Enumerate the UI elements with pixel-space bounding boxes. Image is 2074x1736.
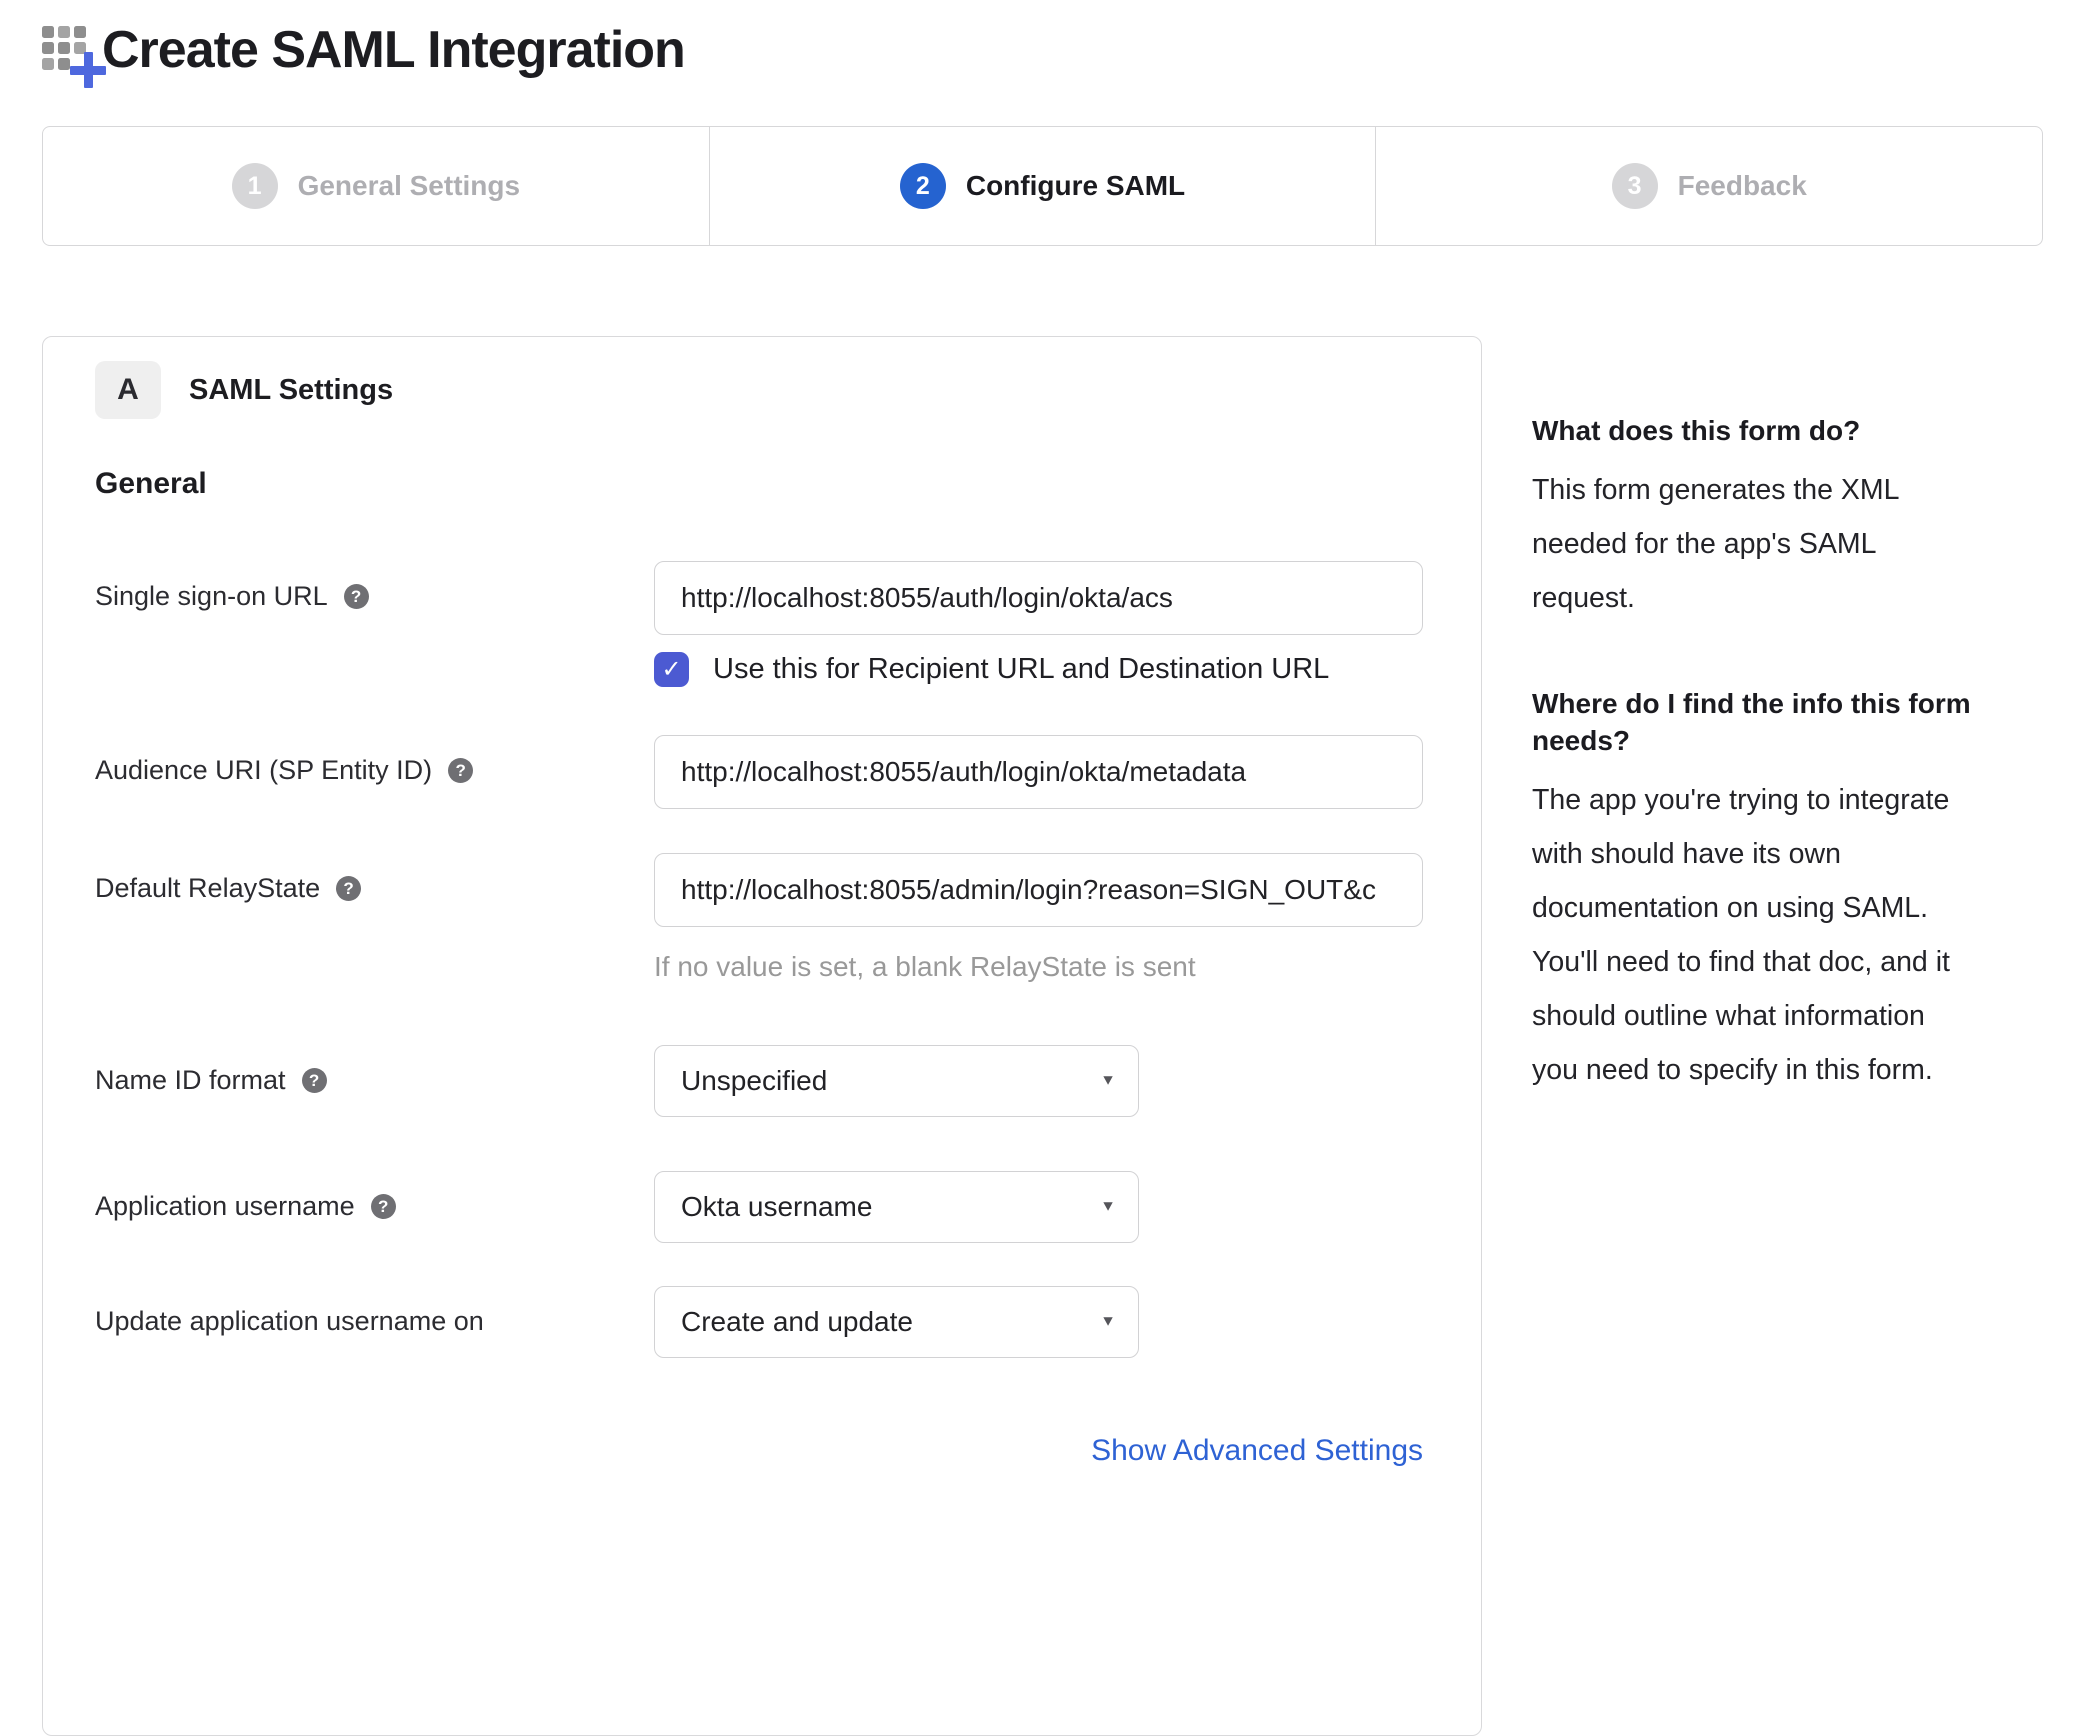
default-relaystate-label: Default RelayState bbox=[95, 873, 321, 903]
update-application-username-select[interactable]: Create and update ▼ bbox=[654, 1286, 1139, 1358]
help-icon[interactable]: ? bbox=[370, 1194, 396, 1219]
chevron-down-icon: ▼ bbox=[1100, 1198, 1116, 1215]
plus-icon bbox=[70, 52, 106, 88]
show-advanced-settings-link[interactable]: Show Advanced Settings bbox=[1091, 1434, 1423, 1467]
step-label: General Settings bbox=[297, 170, 521, 201]
audience-uri-input[interactable] bbox=[654, 735, 1423, 809]
step-label: Feedback bbox=[1677, 170, 1807, 201]
create-saml-page: Create SAML Integration 1 General Settin… bbox=[42, 0, 2043, 1736]
audience-uri-label: Audience URI (SP Entity ID) bbox=[95, 755, 433, 785]
saml-settings-panel: A SAML Settings General Single sign-on U… bbox=[42, 336, 1482, 1736]
relaystate-helper-text: If no value is set, a blank RelayState i… bbox=[654, 951, 1196, 982]
application-username-value: Okta username bbox=[681, 1191, 873, 1222]
help-icon[interactable]: ? bbox=[343, 584, 369, 609]
sidebar-body-where: The app you're trying to integrate with … bbox=[1532, 784, 1950, 1086]
help-icon[interactable]: ? bbox=[336, 876, 362, 901]
advanced-settings-row: Show Advanced Settings bbox=[95, 1434, 1423, 1468]
help-sidebar: What does this form do? This form genera… bbox=[1532, 336, 1978, 1097]
wizard-step-feedback[interactable]: 3 Feedback bbox=[1375, 127, 2042, 245]
sidebar-heading-what: What does this form do? bbox=[1532, 415, 1861, 446]
checkbox-checked-icon[interactable]: ✓ bbox=[654, 651, 689, 687]
section-a-badge: A bbox=[95, 361, 161, 419]
chevron-down-icon: ▼ bbox=[1100, 1072, 1116, 1089]
page-header: Create SAML Integration bbox=[42, 0, 2043, 88]
name-id-format-value: Unspecified bbox=[681, 1065, 828, 1096]
update-application-username-value: Create and update bbox=[681, 1306, 913, 1337]
field-row-single-sign-on-url: Single sign-on URL ? ✓ Use this for Reci… bbox=[95, 561, 1423, 687]
help-icon[interactable]: ? bbox=[301, 1068, 327, 1093]
step-wizard: 1 General Settings 2 Configure SAML 3 Fe… bbox=[42, 126, 2043, 246]
chevron-down-icon: ▼ bbox=[1100, 1313, 1116, 1330]
wizard-step-configure-saml[interactable]: 2 Configure SAML bbox=[708, 127, 1376, 245]
name-id-format-select[interactable]: Unspecified ▼ bbox=[654, 1045, 1139, 1117]
name-id-format-label: Name ID format bbox=[95, 1065, 286, 1095]
step-number-badge: 1 bbox=[231, 163, 278, 209]
field-row-application-username: Application username ? Okta username ▼ bbox=[95, 1171, 1423, 1243]
step-number-badge: 3 bbox=[1611, 163, 1658, 209]
wizard-step-general-settings[interactable]: 1 General Settings bbox=[43, 127, 709, 245]
recipient-url-checkbox-row: ✓ Use this for Recipient URL and Destina… bbox=[654, 651, 1423, 687]
panel-title: SAML Settings bbox=[189, 373, 394, 406]
update-application-username-label: Update application username on bbox=[95, 1306, 484, 1336]
single-sign-on-url-label: Single sign-on URL bbox=[95, 581, 328, 611]
panel-header: A SAML Settings bbox=[95, 361, 1423, 419]
step-label: Configure SAML bbox=[965, 170, 1186, 201]
sidebar-body-what: This form generates the XML needed for t… bbox=[1532, 474, 1899, 614]
single-sign-on-url-input[interactable] bbox=[654, 561, 1423, 635]
field-row-audience-uri: Audience URI (SP Entity ID) ? bbox=[95, 735, 1423, 809]
step-number-badge: 2 bbox=[899, 163, 946, 209]
field-row-update-application-username: Update application username on Create an… bbox=[95, 1286, 1423, 1358]
default-relaystate-input[interactable] bbox=[654, 853, 1423, 927]
field-row-name-id-format: Name ID format ? Unspecified ▼ bbox=[95, 1045, 1423, 1117]
recipient-url-checkbox-label: Use this for Recipient URL and Destinati… bbox=[713, 652, 1330, 685]
general-heading: General bbox=[95, 467, 207, 500]
field-row-default-relaystate: Default RelayState ? If no value is set,… bbox=[95, 853, 1423, 983]
application-username-label: Application username bbox=[95, 1191, 355, 1221]
help-icon[interactable]: ? bbox=[448, 758, 474, 783]
sidebar-heading-where: Where do I find the info this form needs… bbox=[1532, 688, 1971, 756]
page-title: Create SAML Integration bbox=[102, 21, 686, 79]
app-grid-plus-icon bbox=[42, 26, 106, 88]
application-username-select[interactable]: Okta username ▼ bbox=[654, 1171, 1139, 1243]
